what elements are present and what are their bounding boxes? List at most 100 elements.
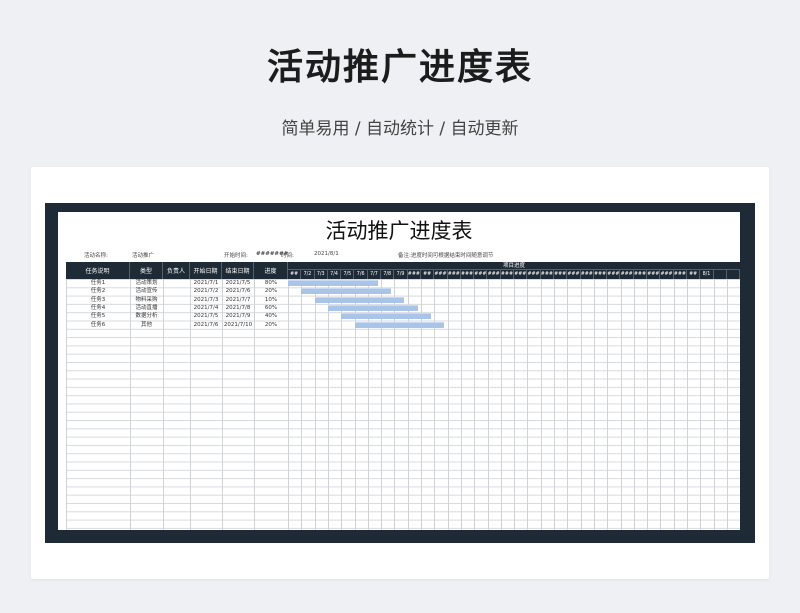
date-header-cell: 7/6 (355, 270, 368, 279)
task-end-cell[interactable]: 2021/7/6 (222, 287, 254, 295)
hero-subtitle: 简单易用 / 自动统计 / 自动更新 (281, 119, 519, 139)
task-type-cell[interactable]: 活动直播 (130, 304, 163, 312)
date-header-cell: 7/9 (394, 270, 408, 279)
date-header-cell: 7/7 (368, 270, 382, 279)
task-owner-cell[interactable] (163, 312, 190, 320)
grid-day-line (726, 279, 728, 530)
sheet-title: 活动推广进度表 (325, 219, 473, 243)
task-start-cell[interactable]: 2021/7/3 (190, 296, 222, 304)
gantt-bar (341, 313, 431, 320)
date-header-cell: ### (633, 270, 648, 279)
date-header-cell: ### (660, 270, 674, 279)
task-start-cell[interactable]: 2021/7/6 (190, 321, 222, 329)
task-progress-cell[interactable]: 20% (254, 287, 288, 295)
date-header-cell: ### (527, 270, 541, 279)
task-type-cell[interactable]: 活动宣传 (130, 287, 163, 295)
task-end-cell[interactable]: 2021/7/9 (222, 312, 254, 320)
task-start-cell[interactable]: 2021/7/5 (190, 312, 222, 320)
table-row[interactable]: 任务4 活动直播 2021/7/4 2021/7/8 60% (66, 304, 280, 312)
gantt-bar (354, 321, 445, 328)
task-type-cell[interactable]: 数据分析 (130, 312, 163, 320)
task-type-cell[interactable]: 其他 (130, 321, 163, 329)
grid-day-line (301, 279, 303, 530)
col-owner: 负责人 (163, 262, 190, 279)
grid-day-line (314, 279, 316, 530)
table-header: 任务说明 类型 负责人 开始日期 结束日期 进度 项目进度 ## 7/2 7/3 7/… (66, 262, 740, 279)
date-header-cell: 7/5 (341, 270, 355, 279)
task-progress-cell[interactable]: 80% (254, 279, 288, 287)
grid-day-line (660, 279, 662, 530)
date-header-cell: ### (540, 270, 554, 279)
task-start-cell[interactable]: 2021/7/1 (190, 279, 222, 287)
date-header-cell: ### (554, 270, 568, 279)
task-end-cell[interactable]: 2021/7/10 (222, 321, 254, 329)
table-row[interactable]: 任务6 其他 2021/7/6 2021/7/10 20% (66, 321, 280, 329)
date-header-cell (714, 270, 727, 279)
date-header-cell: ### (474, 270, 488, 279)
grid-day-line (580, 279, 582, 530)
table-row[interactable]: 任务1 活动策划 2021/7/1 2021/7/5 80% (66, 279, 280, 287)
task-start-cell[interactable]: 2021/7/2 (190, 287, 222, 295)
task-type-cell[interactable]: 物料采购 (130, 296, 163, 304)
table-row[interactable]: 任务3 物料采购 2021/7/3 2021/7/7 10% (66, 296, 280, 304)
task-name-cell[interactable]: 任务3 (66, 296, 130, 304)
task-owner-cell[interactable] (163, 279, 190, 287)
start-time-label: 开始时间: (224, 253, 248, 259)
task-name-cell[interactable]: 任务1 (66, 279, 130, 287)
task-start-cell[interactable]: 2021/7/4 (190, 304, 222, 312)
task-end-cell[interactable]: 2021/7/8 (222, 304, 254, 312)
date-header-cell: ### (594, 270, 608, 279)
task-progress-cell[interactable]: 20% (254, 321, 288, 329)
grid-day-line (593, 279, 595, 530)
table-row[interactable]: 任务2 活动宣传 2021/7/2 2021/7/6 20% (66, 287, 280, 295)
spreadsheet: 活动推广进度表 活动名称: 活动推广 开始时间: ####### 时间: 202… (58, 212, 740, 530)
task-name-cell[interactable]: 任务6 (66, 321, 130, 329)
task-end-cell[interactable]: 2021/7/7 (222, 296, 254, 304)
task-type-cell[interactable]: 活动策划 (130, 279, 163, 287)
task-progress-cell[interactable]: 40% (254, 312, 288, 320)
note-text: 备注:进度时间可根据结束时间随意调节 (398, 253, 494, 259)
task-progress-cell[interactable]: 60% (254, 304, 288, 312)
grid-day-line (327, 279, 329, 530)
gantt-bar (301, 288, 392, 295)
activity-name-value[interactable]: 活动推广 (132, 251, 154, 259)
task-owner-cell[interactable] (163, 296, 190, 304)
task-name-cell[interactable]: 任务4 (66, 304, 130, 312)
task-name-cell[interactable]: 任务5 (66, 312, 130, 320)
grid-day-line (527, 279, 529, 530)
date-header-cell: ### (461, 270, 475, 279)
activity-name-label: 活动名称: (84, 253, 108, 259)
date-header-cell: 7/4 (328, 270, 342, 279)
date-header-cell: ### (487, 270, 501, 279)
date-header-cell (727, 270, 740, 279)
gantt-bar (288, 280, 378, 286)
col-progress: 进度 (254, 262, 288, 279)
grid-day-line (434, 279, 436, 530)
gantt-bar (314, 296, 405, 303)
col-type: 类型 (130, 262, 163, 279)
task-progress-cell[interactable]: 10% (254, 296, 288, 304)
task-owner-cell[interactable] (163, 304, 190, 312)
date-header-cell: ### (580, 270, 594, 279)
date-header-cell: 7/3 (315, 270, 328, 279)
date-header-cell: ### (567, 270, 581, 279)
gantt-bar (327, 304, 418, 311)
date-header-cell: ### (607, 270, 621, 279)
date-header-cell: ## (421, 270, 435, 279)
col-task: 任务说明 (66, 262, 130, 279)
grid-day-line (487, 279, 489, 530)
date-header-cell: ### (500, 270, 515, 279)
grid-day-line (447, 279, 449, 530)
date-header-cell: 8/1 (700, 270, 714, 279)
col-end-date: 结束日期 (222, 262, 254, 279)
grid-day-line (288, 279, 289, 530)
time-value[interactable]: 2021/8/1 (314, 251, 339, 257)
task-end-cell[interactable]: 2021/7/5 (222, 279, 254, 287)
col-start-date: 开始日期 (190, 262, 222, 279)
task-name-cell[interactable]: 任务2 (66, 287, 130, 295)
task-owner-cell[interactable] (163, 287, 190, 295)
table-row[interactable]: 任务5 数据分析 2021/7/5 2021/7/9 40% (66, 312, 280, 320)
date-header-cell: 7/8 (381, 270, 395, 279)
grid-day-line (607, 279, 609, 530)
task-owner-cell[interactable] (163, 321, 190, 329)
